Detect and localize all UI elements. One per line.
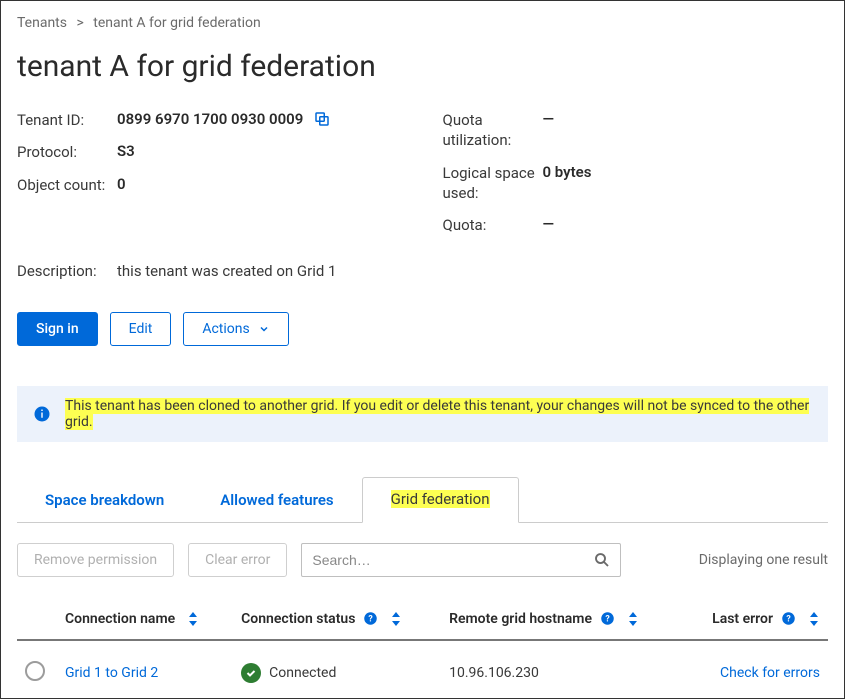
- col-remote-hostname: Remote grid hostname: [449, 611, 592, 627]
- result-count-text: Displaying one result: [699, 552, 828, 568]
- protocol-value: S3: [117, 142, 135, 160]
- edit-button[interactable]: Edit: [110, 312, 172, 346]
- check-for-errors-link[interactable]: Check for errors: [720, 665, 820, 681]
- quota-label: Quota:: [443, 215, 543, 235]
- search-input[interactable]: [301, 543, 621, 577]
- description-label: Description:: [17, 261, 117, 281]
- chevron-down-icon: [258, 323, 270, 335]
- search-icon[interactable]: [593, 551, 611, 569]
- breadcrumb: Tenants > tenant A for grid federation: [17, 15, 828, 31]
- tenant-id-value: 0899 6970 1700 0930 0009: [117, 110, 303, 128]
- breadcrumb-current: tenant A for grid federation: [93, 15, 260, 31]
- info-banner: This tenant has been cloned to another g…: [17, 386, 828, 442]
- description-value: this tenant was created on Grid 1: [117, 262, 336, 280]
- info-icon: [33, 405, 51, 423]
- help-icon[interactable]: ?: [781, 611, 796, 626]
- clear-error-button[interactable]: Clear error: [188, 543, 287, 577]
- copy-icon[interactable]: [313, 110, 331, 128]
- tenant-id-label: Tenant ID:: [17, 110, 117, 130]
- tab-space-breakdown[interactable]: Space breakdown: [17, 479, 192, 523]
- sort-icon[interactable]: [627, 612, 639, 626]
- actions-button[interactable]: Actions: [183, 312, 288, 346]
- tab-bar: Space breakdown Allowed features Grid fe…: [17, 476, 828, 523]
- connection-status-value: Connected: [269, 665, 336, 681]
- table-row: Grid 1 to Grid 2 Connected 10.96.106.230…: [17, 640, 828, 699]
- help-icon[interactable]: ?: [600, 611, 615, 626]
- svg-text:?: ?: [369, 615, 374, 625]
- sort-icon[interactable]: [187, 612, 199, 626]
- object-count-value: 0: [117, 175, 126, 193]
- sign-in-button[interactable]: Sign in: [17, 312, 98, 346]
- info-banner-message: This tenant has been cloned to another g…: [65, 398, 809, 430]
- tab-grid-federation[interactable]: Grid federation: [362, 477, 519, 523]
- tab-allowed-features[interactable]: Allowed features: [192, 479, 361, 523]
- object-count-label: Object count:: [17, 175, 117, 195]
- col-connection-name: Connection name: [65, 611, 175, 627]
- quota-util-label: Quota utilization:: [443, 110, 543, 151]
- quota-util-value: —: [543, 110, 555, 128]
- page-title: tenant A for grid federation: [17, 49, 828, 84]
- logical-space-value: 0 bytes: [543, 163, 592, 181]
- col-connection-status: Connection status: [241, 611, 355, 627]
- row-radio[interactable]: [25, 661, 45, 681]
- sort-icon[interactable]: [808, 612, 820, 626]
- remove-permission-button[interactable]: Remove permission: [17, 543, 174, 577]
- svg-text:?: ?: [605, 615, 610, 625]
- actions-button-label: Actions: [202, 321, 249, 337]
- col-last-error: Last error: [712, 611, 773, 627]
- breadcrumb-separator: >: [76, 15, 83, 31]
- connections-table: Connection name Connection status ?: [17, 601, 828, 699]
- check-circle-icon: [241, 663, 261, 683]
- remote-hostname-value: 10.96.106.230: [449, 665, 539, 681]
- protocol-label: Protocol:: [17, 142, 117, 162]
- connection-name-link[interactable]: Grid 1 to Grid 2: [65, 665, 158, 681]
- breadcrumb-root[interactable]: Tenants: [17, 15, 67, 31]
- help-icon[interactable]: ?: [363, 611, 378, 626]
- quota-value: —: [543, 215, 555, 233]
- logical-space-label: Logical space used:: [443, 163, 543, 204]
- svg-text:?: ?: [786, 615, 791, 625]
- sort-icon[interactable]: [390, 612, 402, 626]
